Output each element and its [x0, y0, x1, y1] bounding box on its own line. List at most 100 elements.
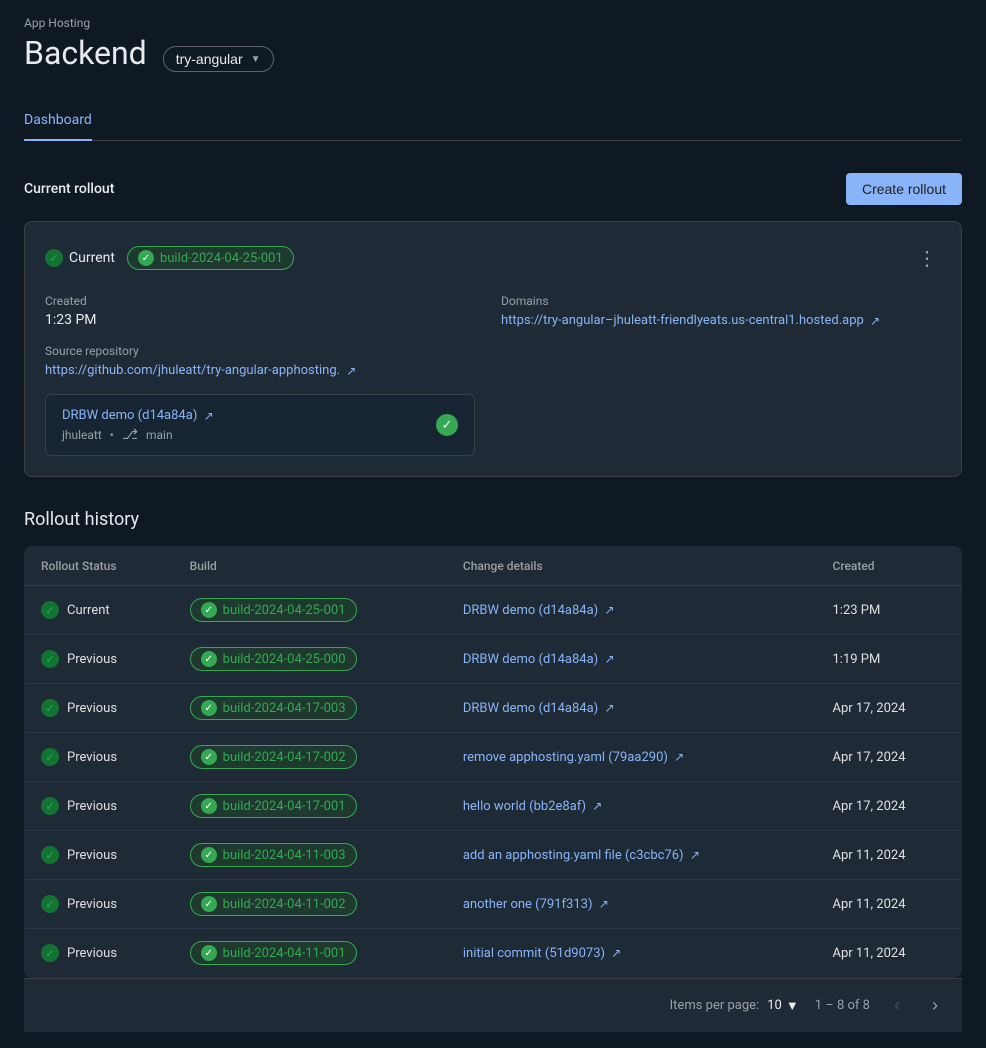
created-value: 1:23 PM: [45, 312, 485, 328]
branch-selector[interactable]: try-angular ▼: [163, 46, 274, 72]
pagination-bar: Items per page: 10 ▼ 1 – 8 of 8 ‹ ›: [24, 978, 962, 1032]
current-rollout-card: Current ✓ build-2024-04-25-001 ⋮ Created…: [24, 221, 962, 477]
row-ext-link-icon: ↗: [604, 603, 614, 617]
col-header-change: Change details: [447, 547, 817, 586]
row-change-link[interactable]: DRBW demo (d14a84a) ↗: [463, 701, 615, 716]
row-build-id: build-2024-04-11-003: [223, 848, 346, 863]
row-status-label: Previous: [67, 701, 117, 716]
row-change-text: another one (791f313): [463, 897, 593, 912]
row-build-check-icon: ✓: [201, 847, 217, 863]
row-created: Apr 11, 2024: [816, 831, 961, 880]
row-build-check-icon: ✓: [201, 651, 217, 667]
create-rollout-button[interactable]: Create rollout: [846, 173, 962, 205]
commit-check-icon: ✓: [436, 414, 458, 436]
row-status-label: Previous: [67, 946, 117, 961]
row-status-dot: [41, 797, 59, 815]
row-build-check-icon: ✓: [201, 602, 217, 618]
per-page-chevron-icon: ▼: [786, 998, 799, 1014]
row-ext-link-icon: ↗: [599, 897, 609, 911]
row-ext-link-icon: ↗: [604, 701, 614, 715]
dot-separator: •: [110, 428, 114, 442]
row-created: Apr 17, 2024: [816, 733, 961, 782]
row-change-link[interactable]: DRBW demo (d14a84a) ↗: [463, 603, 615, 618]
items-per-page-label: Items per page:: [670, 998, 760, 1013]
col-header-build: Build: [174, 547, 447, 586]
domains-link[interactable]: https://try-angular–jhuleatt-friendlyeat…: [501, 313, 880, 328]
row-ext-link-icon: ↗: [674, 750, 684, 764]
row-status-dot: [41, 895, 59, 913]
row-build-id: build-2024-04-25-000: [223, 652, 346, 667]
table-row: Previous ✓ build-2024-04-11-002 another …: [25, 880, 962, 929]
table-row: Previous ✓ build-2024-04-17-003 DRBW dem…: [25, 684, 962, 733]
current-rollout-title: Current rollout: [24, 181, 114, 197]
row-status-label: Previous: [67, 652, 117, 667]
row-status-dot: [41, 650, 59, 668]
row-change-text: remove apphosting.yaml (79aa290): [463, 750, 668, 765]
more-options-icon[interactable]: ⋮: [913, 242, 941, 274]
row-build-badge: ✓ build-2024-04-17-001: [190, 794, 357, 818]
source-repo-link[interactable]: https://github.com/jhuleatt/try-angular-…: [45, 363, 356, 378]
chevron-down-icon: ▼: [251, 54, 261, 65]
row-change-link[interactable]: initial commit (51d9073) ↗: [463, 946, 621, 961]
per-page-select[interactable]: 10 ▼: [767, 998, 799, 1014]
row-ext-link-icon: ↗: [690, 848, 700, 862]
row-build-badge: ✓ build-2024-04-25-001: [190, 598, 357, 622]
commit-card: DRBW demo (d14a84a) ↗ jhuleatt • ⎇ main …: [45, 394, 475, 456]
table-row: Previous ✓ build-2024-04-25-000 DRBW dem…: [25, 635, 962, 684]
row-status-dot: [41, 944, 59, 962]
row-build-id: build-2024-04-11-002: [223, 897, 346, 912]
row-change-text: add an apphosting.yaml file (c3cbc76): [463, 848, 684, 863]
row-created: Apr 11, 2024: [816, 929, 961, 978]
row-status-label: Previous: [67, 897, 117, 912]
col-header-status: Rollout Status: [25, 547, 174, 586]
page-title: Backend: [24, 34, 147, 72]
row-change-text: DRBW demo (d14a84a): [463, 652, 598, 667]
table-row: Previous ✓ build-2024-04-11-001 initial …: [25, 929, 962, 978]
row-status-label: Current: [67, 603, 110, 618]
row-build-id: build-2024-04-17-002: [223, 750, 346, 765]
row-created: 1:23 PM: [816, 586, 961, 635]
row-created: Apr 11, 2024: [816, 880, 961, 929]
current-status-label: Current: [69, 250, 115, 266]
row-build-badge: ✓ build-2024-04-17-003: [190, 696, 357, 720]
row-change-link[interactable]: another one (791f313) ↗: [463, 897, 609, 912]
row-change-link[interactable]: remove apphosting.yaml (79aa290) ↗: [463, 750, 684, 765]
table-row: Previous ✓ build-2024-04-17-002 remove a…: [25, 733, 962, 782]
tab-bar: Dashboard: [24, 100, 962, 141]
row-change-text: DRBW demo (d14a84a): [463, 603, 598, 618]
per-page-value: 10: [767, 998, 782, 1013]
row-change-link[interactable]: hello world (bb2e8af) ↗: [463, 799, 602, 814]
row-build-badge: ✓ build-2024-04-11-003: [190, 843, 357, 867]
created-label: Created: [45, 294, 485, 308]
row-status-dot: [41, 748, 59, 766]
row-ext-link-icon: ↗: [604, 652, 614, 666]
items-per-page-control: Items per page: 10 ▼: [670, 998, 799, 1014]
commit-link-text: DRBW demo (d14a84a): [62, 408, 197, 423]
row-change-text: hello world (bb2e8af): [463, 799, 586, 814]
row-change-link[interactable]: DRBW demo (d14a84a) ↗: [463, 652, 615, 667]
row-change-link[interactable]: add an apphosting.yaml file (c3cbc76) ↗: [463, 848, 700, 863]
row-build-id: build-2024-04-17-001: [223, 799, 346, 814]
next-page-button[interactable]: ›: [924, 991, 946, 1020]
commit-link[interactable]: DRBW demo (d14a84a) ↗: [62, 408, 214, 423]
tab-dashboard[interactable]: Dashboard: [24, 100, 92, 140]
build-check-icon: ✓: [138, 250, 154, 266]
row-status-label: Previous: [67, 750, 117, 765]
build-id: build-2024-04-25-001: [160, 251, 283, 266]
branch-name: try-angular: [176, 51, 243, 67]
row-build-badge: ✓ build-2024-04-17-002: [190, 745, 357, 769]
status-green-dot: [45, 249, 63, 267]
branch-icon: ⎇: [122, 427, 138, 443]
domains-url-text: https://try-angular–jhuleatt-friendlyeat…: [501, 313, 864, 328]
row-build-check-icon: ✓: [201, 945, 217, 961]
row-build-id: build-2024-04-11-001: [223, 946, 346, 961]
row-status-label: Previous: [67, 799, 117, 814]
row-change-text: initial commit (51d9073): [463, 946, 605, 961]
row-build-id: build-2024-04-17-003: [223, 701, 346, 716]
row-build-check-icon: ✓: [201, 749, 217, 765]
prev-page-button[interactable]: ‹: [886, 991, 908, 1020]
source-repo-label: Source repository: [45, 344, 485, 358]
row-build-id: build-2024-04-25-001: [223, 603, 346, 618]
commit-branch: main: [146, 428, 173, 442]
app-hosting-label: App Hosting: [24, 16, 962, 30]
